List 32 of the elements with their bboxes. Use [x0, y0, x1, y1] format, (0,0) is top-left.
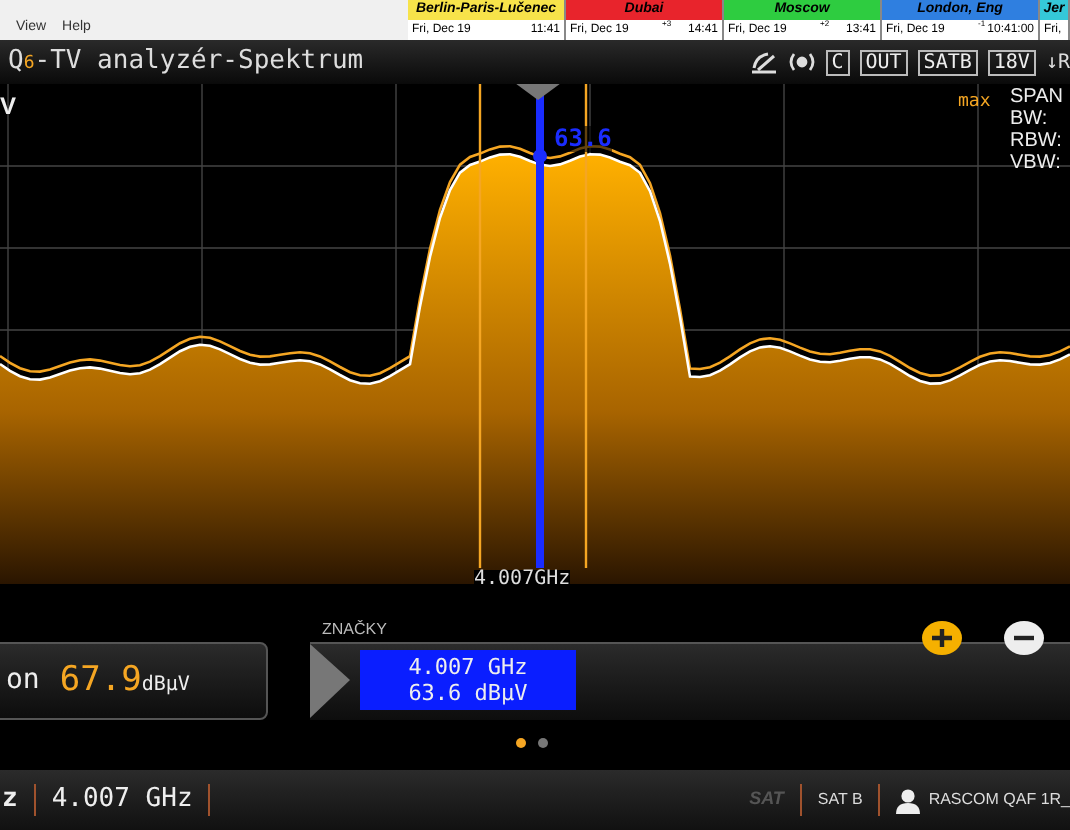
level-value: 67.9 — [59, 657, 142, 704]
dish-icon — [749, 50, 778, 74]
unit-label: z — [0, 782, 18, 819]
marker-point — [533, 149, 547, 163]
marker-level: 63.6 dBµV — [408, 680, 528, 706]
status-badge: 18V — [987, 49, 1036, 75]
level-unit: dBµV — [141, 671, 190, 700]
status-badge: OUT — [859, 49, 908, 75]
status-badge: C — [825, 49, 850, 75]
signal-icon — [787, 50, 816, 74]
unit-label: V — [0, 90, 17, 124]
parameter-label: VBW: — [1010, 152, 1063, 174]
band-label: SAT B — [817, 788, 863, 812]
satellite-name: RASCOM QAF 1R_ — [928, 788, 1070, 812]
parameter-label: SPAN — [1010, 86, 1063, 108]
app-title: Q6-TV analyzér-Spektrum — [6, 44, 364, 81]
remove-icon[interactable] — [1004, 620, 1044, 656]
detector-label: max — [958, 90, 991, 116]
section-title: ZNAČKY — [322, 618, 387, 642]
status-label: ↓R — [1045, 49, 1070, 77]
marker-value: 63.6 — [554, 126, 612, 152]
parameter-label: RBW: — [1010, 130, 1063, 152]
center-frequency: 4.007GHz — [474, 570, 571, 590]
frequency-value: 4.007 GHz — [51, 782, 193, 819]
parameter-label: BW: — [1010, 108, 1050, 130]
status-badge: SATB — [917, 49, 978, 75]
marker-frequency: 4.007 GHz — [408, 654, 528, 680]
add-icon[interactable] — [922, 620, 962, 656]
sat-logo: SAT — [749, 786, 784, 813]
person-icon — [896, 787, 921, 813]
level-label: on — [6, 662, 40, 700]
play-icon[interactable] — [310, 644, 350, 718]
